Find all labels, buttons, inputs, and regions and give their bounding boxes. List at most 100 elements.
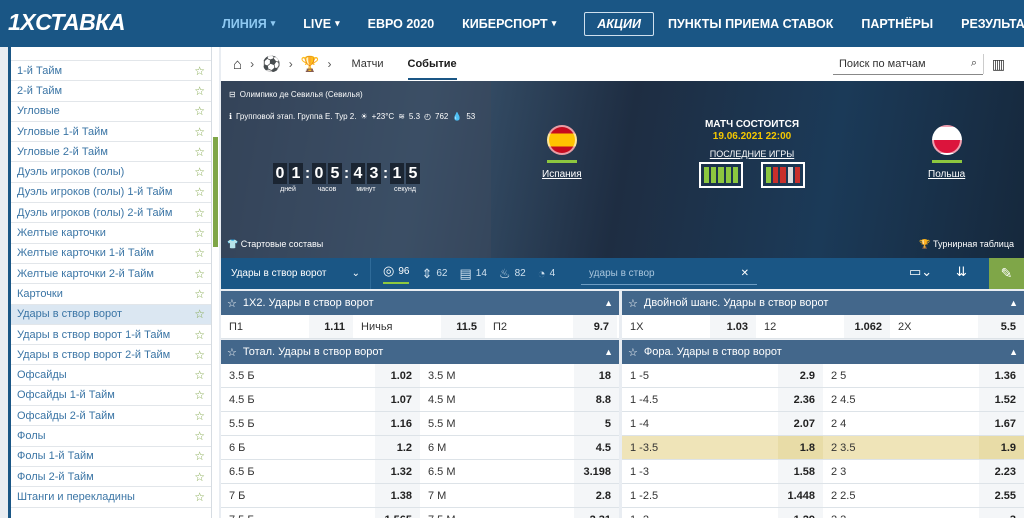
odds-button[interactable]: 1.565 — [375, 508, 420, 518]
sidebar-item[interactable]: Дуэль игроков (голы) 1-й Тайм ☆ — [11, 183, 211, 204]
market-search-input[interactable]: удары в створ ✕ — [581, 262, 757, 285]
collapse-all-icon[interactable]: ⇊ — [956, 264, 967, 280]
star-icon[interactable]: ☆ — [194, 246, 205, 260]
sidebar-item[interactable]: 1-й Тайм ☆ — [11, 61, 211, 82]
star-icon[interactable]: ☆ — [194, 185, 205, 199]
odds-button[interactable]: 1.67 — [979, 412, 1024, 435]
star-icon[interactable]: ☆ — [194, 368, 205, 382]
layout-columns-icon[interactable]: ▭⌄ — [909, 264, 932, 280]
nav-item[interactable]: РЕЗУЛЬТАТЫ▾ — [961, 17, 1024, 31]
star-icon[interactable]: ☆ — [194, 104, 205, 118]
odds-button[interactable]: 8.8 — [574, 388, 619, 411]
star-icon[interactable]: ☆ — [194, 409, 205, 423]
star-icon[interactable]: ☆ — [194, 429, 205, 443]
tab-event[interactable]: Событие — [407, 48, 457, 80]
nav-item[interactable]: ПУНКТЫ ПРИЕМА СТАВОК — [668, 17, 847, 31]
sidebar-item[interactable]: Карточки ☆ — [11, 284, 211, 305]
odds-button[interactable]: 18 — [574, 364, 619, 387]
sidebar-item[interactable]: Удары в створ ворот 1-й Тайм ☆ — [11, 325, 211, 346]
chevron-up-icon[interactable]: ▲ — [1009, 347, 1018, 357]
chevron-up-icon[interactable]: ▲ — [604, 347, 613, 357]
statistics-chart-icon[interactable]: ▥ — [983, 54, 1013, 74]
team-away-name[interactable]: Польша — [928, 169, 965, 180]
market-select[interactable]: Удары в створ ворот ⌄ — [221, 258, 371, 289]
odds-button[interactable]: 3 — [979, 508, 1024, 518]
odds-button[interactable]: 1.29 — [778, 508, 823, 518]
brand-logo[interactable]: 1XСТАВКА — [8, 9, 126, 35]
star-icon[interactable]: ☆ — [194, 449, 205, 463]
odds-button[interactable]: 1.58 — [778, 460, 823, 483]
sidebar-item[interactable]: Угловые 2-й Тайм ☆ — [11, 142, 211, 163]
odds-button[interactable]: 2.9 — [778, 364, 823, 387]
close-icon[interactable]: ✕ — [741, 268, 749, 279]
odds-button[interactable]: 5 — [574, 412, 619, 435]
nav-item[interactable]: КИБЕРСПОРТ ▾ — [462, 17, 570, 31]
sidebar-item[interactable]: Угловые 1-й Тайм ☆ — [11, 122, 211, 143]
odds-button[interactable]: 1.2 — [375, 436, 420, 459]
nav-item[interactable]: ПАРТНЁРЫ — [861, 17, 947, 31]
team-home[interactable]: Испания — [542, 125, 582, 180]
star-icon[interactable]: ☆ — [194, 145, 205, 159]
odds-button[interactable]: 1.8 — [778, 436, 823, 459]
odds-button[interactable]: 1.448 — [778, 484, 823, 507]
market-counter[interactable]: ◔ 4 — [538, 266, 555, 281]
odds-button[interactable]: 5.5 — [978, 315, 1024, 338]
star-icon[interactable]: ☆ — [194, 490, 205, 504]
market-header[interactable]: ☆ Двойной шанс. Удары в створ ворот ▲ — [622, 291, 1024, 315]
star-icon[interactable]: ☆ — [194, 64, 205, 78]
sidebar-item[interactable]: Удары в створ ворот ☆ — [11, 304, 211, 325]
team-away[interactable]: Польша — [928, 125, 965, 180]
star-icon[interactable]: ☆ — [227, 297, 237, 310]
sidebar-item[interactable]: Дуэль игроков (голы) 2-й Тайм ☆ — [11, 203, 211, 224]
tab-matches[interactable]: Матчи — [351, 48, 383, 80]
sidebar-item[interactable]: 2-й Тайм ☆ — [11, 81, 211, 102]
odds-button[interactable]: 2.23 — [979, 460, 1024, 483]
market-counter[interactable]: ▤ 14 — [460, 266, 487, 282]
market-header[interactable]: ☆ 1X2. Удары в створ ворот ▲ — [221, 291, 619, 315]
star-icon[interactable]: ☆ — [194, 206, 205, 220]
team-home-form[interactable] — [699, 162, 743, 188]
sidebar-item[interactable]: Офсайды 1-й Тайм ☆ — [11, 386, 211, 407]
sidebar-item[interactable]: Желтые карточки ☆ — [11, 223, 211, 244]
star-icon[interactable]: ☆ — [194, 307, 205, 321]
odds-button[interactable]: 2.8 — [574, 484, 619, 507]
star-icon[interactable]: ☆ — [194, 470, 205, 484]
lineups-link[interactable]: 👕 Стартовые составы — [227, 239, 323, 250]
nav-item[interactable]: LIVE ▾ — [303, 17, 353, 31]
nav-item[interactable]: ЕВРО 2020 — [368, 17, 449, 31]
star-icon[interactable]: ☆ — [194, 348, 205, 362]
sidebar-item[interactable]: Фолы 2-й Тайм ☆ — [11, 467, 211, 488]
sidebar-item[interactable]: Желтые карточки 1-й Тайм ☆ — [11, 244, 211, 264]
sidebar-item[interactable]: Офсайды 2-й Тайм ☆ — [11, 406, 211, 427]
sidebar-scrollbar[interactable] — [211, 47, 219, 518]
odds-button[interactable]: 2.07 — [778, 412, 823, 435]
odds-button[interactable]: 4.5 — [574, 436, 619, 459]
market-header[interactable]: ☆ Тотал. Удары в створ ворот ▲ — [221, 340, 619, 364]
standings-link[interactable]: 🏆 Турнирная таблица — [919, 239, 1014, 250]
market-header[interactable]: ☆ Фора. Удары в створ ворот ▲ — [622, 340, 1024, 364]
sidebar-item[interactable]: Штанги и перекладины ☆ — [11, 487, 211, 508]
odds-button[interactable]: 9.7 — [573, 315, 617, 338]
team-home-name[interactable]: Испания — [542, 169, 582, 180]
star-icon[interactable]: ☆ — [194, 267, 205, 281]
sidebar-item[interactable]: Угловые ☆ — [11, 102, 211, 122]
market-counter[interactable]: ⇕ 62 — [421, 266, 447, 282]
odds-button[interactable]: 1.11 — [309, 315, 353, 338]
match-search-input[interactable]: Поиск по матчам ⌕ — [833, 53, 983, 75]
search-icon[interactable]: ⌕ — [971, 57, 977, 70]
bet-slip-icon[interactable]: ✎ — [989, 258, 1024, 289]
star-icon[interactable]: ☆ — [194, 165, 205, 179]
nav-item[interactable]: АКЦИИ — [584, 11, 655, 36]
football-icon[interactable]: ⚽ — [262, 55, 281, 73]
home-icon[interactable]: ⌂ — [233, 56, 242, 73]
odds-button[interactable]: 11.5 — [441, 315, 485, 338]
chevron-up-icon[interactable]: ▲ — [1009, 298, 1018, 308]
star-icon[interactable]: ☆ — [628, 346, 638, 359]
sidebar-item[interactable]: Желтые карточки 2-й Тайм ☆ — [11, 264, 211, 285]
odds-button[interactable]: 1.16 — [375, 412, 420, 435]
star-icon[interactable]: ☆ — [194, 125, 205, 139]
sidebar-item[interactable]: Офсайды ☆ — [11, 365, 211, 386]
star-icon[interactable]: ☆ — [194, 388, 205, 402]
star-icon[interactable]: ☆ — [628, 297, 638, 310]
odds-button[interactable]: 1.32 — [375, 460, 420, 483]
